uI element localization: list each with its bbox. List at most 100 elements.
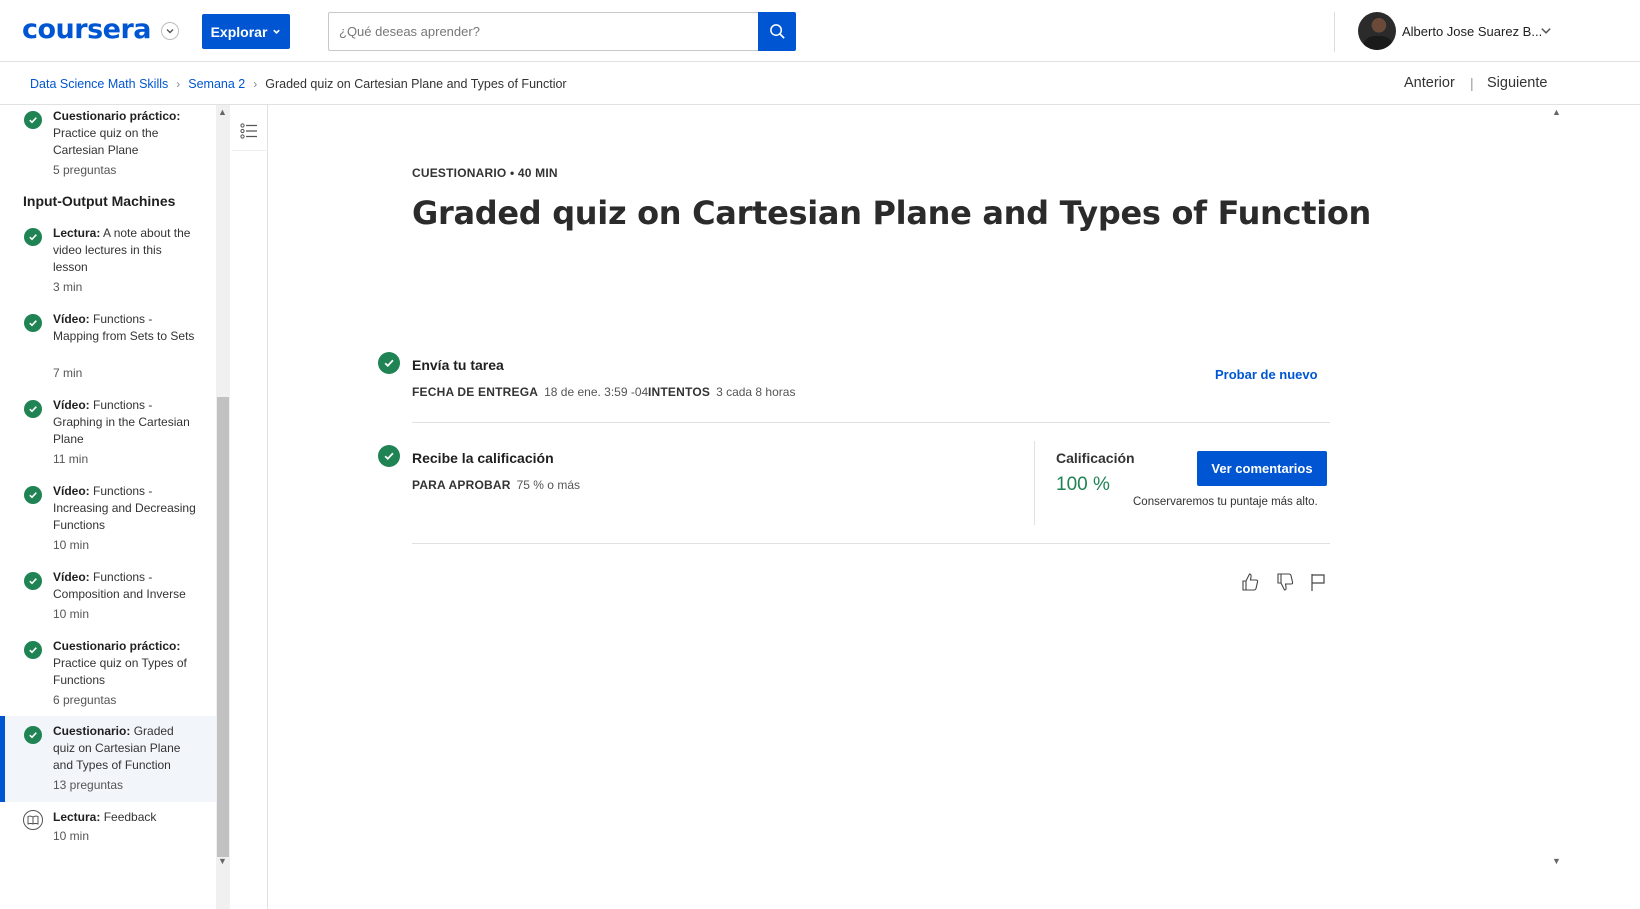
check-circle-icon xyxy=(24,486,42,504)
page-title: Graded quiz on Cartesian Plane and Types… xyxy=(412,194,1372,232)
sidebar-item-label: Vídeo: Functions - Mapping from Sets to … xyxy=(53,311,198,345)
sidebar-item-label: Lectura: A note about the video lectures… xyxy=(53,225,198,276)
list-icon[interactable] xyxy=(232,111,266,151)
due-date: FECHA DE ENTREGA 18 de ene. 3:59 -04 xyxy=(412,385,648,399)
nav-separator: | xyxy=(1470,75,1474,91)
item-meta: 10 min xyxy=(53,607,90,621)
item-eyebrow: CUESTIONARIO • 40 MIN xyxy=(412,166,558,180)
scroll-down-icon[interactable]: ▼ xyxy=(218,856,227,866)
item-title: Feedback xyxy=(103,810,157,824)
sidebar-item[interactable]: Lectura: A note about the video lectures… xyxy=(0,221,216,301)
check-circle-icon xyxy=(24,641,42,659)
scroll-down-icon[interactable]: ▼ xyxy=(1552,856,1561,866)
sidebar-item[interactable]: Vídeo: Functions - Increasing and Decrea… xyxy=(0,479,216,559)
course-outline-sidebar: Cuestionario práctico: Practice quiz on … xyxy=(0,105,216,909)
highest-score-note: Conservaremos tu puntaje más alto. xyxy=(1133,496,1318,508)
item-type: Vídeo: xyxy=(53,398,90,412)
sidebar-item-label: Cuestionario: Graded quiz on Cartesian P… xyxy=(53,723,198,774)
check-circle-icon xyxy=(24,228,42,246)
check-circle-icon xyxy=(378,445,400,467)
check-circle-icon xyxy=(24,400,42,418)
check-circle-icon xyxy=(24,314,42,332)
pass-label: PARA APROBAR xyxy=(412,478,511,492)
main-scrollbar[interactable] xyxy=(1550,105,1564,909)
sidebar-scrollbar-thumb[interactable] xyxy=(217,397,229,857)
breadcrumb-week[interactable]: Semana 2 xyxy=(188,77,245,91)
breadcrumb-course[interactable]: Data Science Math Skills xyxy=(30,77,168,91)
sidebar-item-label: Lectura: Feedback xyxy=(53,809,198,826)
search-button[interactable] xyxy=(758,12,796,51)
previous-link[interactable]: Anterior xyxy=(1404,75,1455,91)
item-type: Lectura: xyxy=(53,810,101,824)
thumbs-down-icon[interactable] xyxy=(1274,571,1296,593)
item-meta: 10 min xyxy=(53,538,90,552)
top-header: coursera Explorar Alberto Jose Suarez B.… xyxy=(0,0,1640,62)
view-feedback-button[interactable]: Ver comentarios xyxy=(1197,451,1327,486)
explore-button[interactable]: Explorar xyxy=(202,14,290,49)
item-meta: 7 min xyxy=(53,366,83,380)
item-meta: 10 min xyxy=(53,829,90,843)
sidebar-item[interactable]: Cuestionario práctico: Practice quiz on … xyxy=(0,105,216,185)
submit-step-title: Envía tu tarea xyxy=(412,357,504,373)
breadcrumb-bar: Data Science Math Skills › Semana 2 › Gr… xyxy=(0,62,1640,105)
next-link[interactable]: Siguiente xyxy=(1487,75,1547,91)
sidebar-item[interactable]: Cuestionario práctico: Practice quiz on … xyxy=(0,634,216,714)
item-type: Cuestionario práctico: xyxy=(53,639,181,653)
check-circle-icon xyxy=(24,111,42,129)
item-title: Practice quiz on Types of Functions xyxy=(53,656,187,687)
grade-label: Calificación xyxy=(1056,450,1135,466)
retry-link[interactable]: Probar de nuevo xyxy=(1215,367,1318,382)
scroll-up-icon[interactable]: ▲ xyxy=(218,107,227,117)
sidebar-item-label: Cuestionario práctico: Practice quiz on … xyxy=(53,638,198,689)
attempts-value: 3 cada 8 horas xyxy=(716,385,796,399)
breadcrumb: Data Science Math Skills › Semana 2 › Gr… xyxy=(30,77,567,91)
sidebar-item-label: Vídeo: Functions - Graphing in the Carte… xyxy=(53,397,198,448)
sidebar-item-label: Vídeo: Functions - Increasing and Decrea… xyxy=(53,483,198,534)
item-type: Vídeo: xyxy=(53,312,90,326)
pass-value: 75 % o más xyxy=(516,478,580,492)
book-icon xyxy=(23,810,43,830)
item-meta: 13 preguntas xyxy=(53,778,124,792)
divider xyxy=(412,422,1330,423)
breadcrumb-current: Graded quiz on Cartesian Plane and Types… xyxy=(265,77,567,91)
chevron-right-icon: › xyxy=(176,77,181,91)
toc-column xyxy=(230,105,268,909)
item-meta: 5 preguntas xyxy=(53,163,117,177)
sidebar-item-active[interactable]: Cuestionario: Graded quiz on Cartesian P… xyxy=(0,716,216,802)
grade-step-title: Recibe la calificación xyxy=(412,450,554,466)
avatar[interactable] xyxy=(1358,12,1396,50)
chevron-down-icon xyxy=(273,29,281,34)
chevron-down-icon[interactable] xyxy=(161,22,179,40)
user-name[interactable]: Alberto Jose Suarez B... xyxy=(1402,24,1542,39)
thumbs-up-icon[interactable] xyxy=(1239,571,1261,593)
sidebar-item-label: Vídeo: Functions - Composition and Inver… xyxy=(53,569,198,603)
check-circle-icon xyxy=(24,726,42,744)
scroll-up-icon[interactable]: ▲ xyxy=(1552,107,1561,117)
sidebar-item[interactable]: Lectura: Feedback 10 min xyxy=(0,805,216,865)
vertical-divider xyxy=(1034,441,1035,525)
due-label: FECHA DE ENTREGA xyxy=(412,385,539,399)
attempts-label: INTENTOS xyxy=(648,385,711,399)
sidebar-item[interactable]: Vídeo: Functions - Composition and Inver… xyxy=(0,565,216,631)
item-meta: 3 min xyxy=(53,280,83,294)
item-type: Vídeo: xyxy=(53,484,90,498)
sidebar-item[interactable]: Vídeo: Functions - Mapping from Sets to … xyxy=(0,307,216,387)
coursera-logo[interactable]: coursera xyxy=(22,14,152,45)
due-value: 18 de ene. 3:59 -04 xyxy=(544,385,649,399)
attempts: INTENTOS 3 cada 8 horas xyxy=(648,385,795,399)
section-title: Input-Output Machines xyxy=(23,193,176,209)
search-input[interactable] xyxy=(328,12,759,51)
chevron-down-icon[interactable] xyxy=(1540,24,1552,42)
item-type: Cuestionario práctico: xyxy=(53,109,181,123)
sidebar-item[interactable]: Vídeo: Functions - Graphing in the Carte… xyxy=(0,393,216,473)
header-divider xyxy=(1334,12,1335,52)
pass-requirement: PARA APROBAR 75 % o más xyxy=(412,478,580,492)
sidebar-item-label: Cuestionario práctico: Practice quiz on … xyxy=(53,108,198,159)
item-title: Practice quiz on the Cartesian Plane xyxy=(53,126,159,157)
flag-icon[interactable] xyxy=(1307,571,1329,593)
divider xyxy=(412,543,1330,544)
item-type: Cuestionario: xyxy=(53,724,131,738)
item-meta: 6 preguntas xyxy=(53,693,117,707)
item-meta: 11 min xyxy=(53,452,89,466)
item-type: Vídeo: xyxy=(53,570,90,584)
